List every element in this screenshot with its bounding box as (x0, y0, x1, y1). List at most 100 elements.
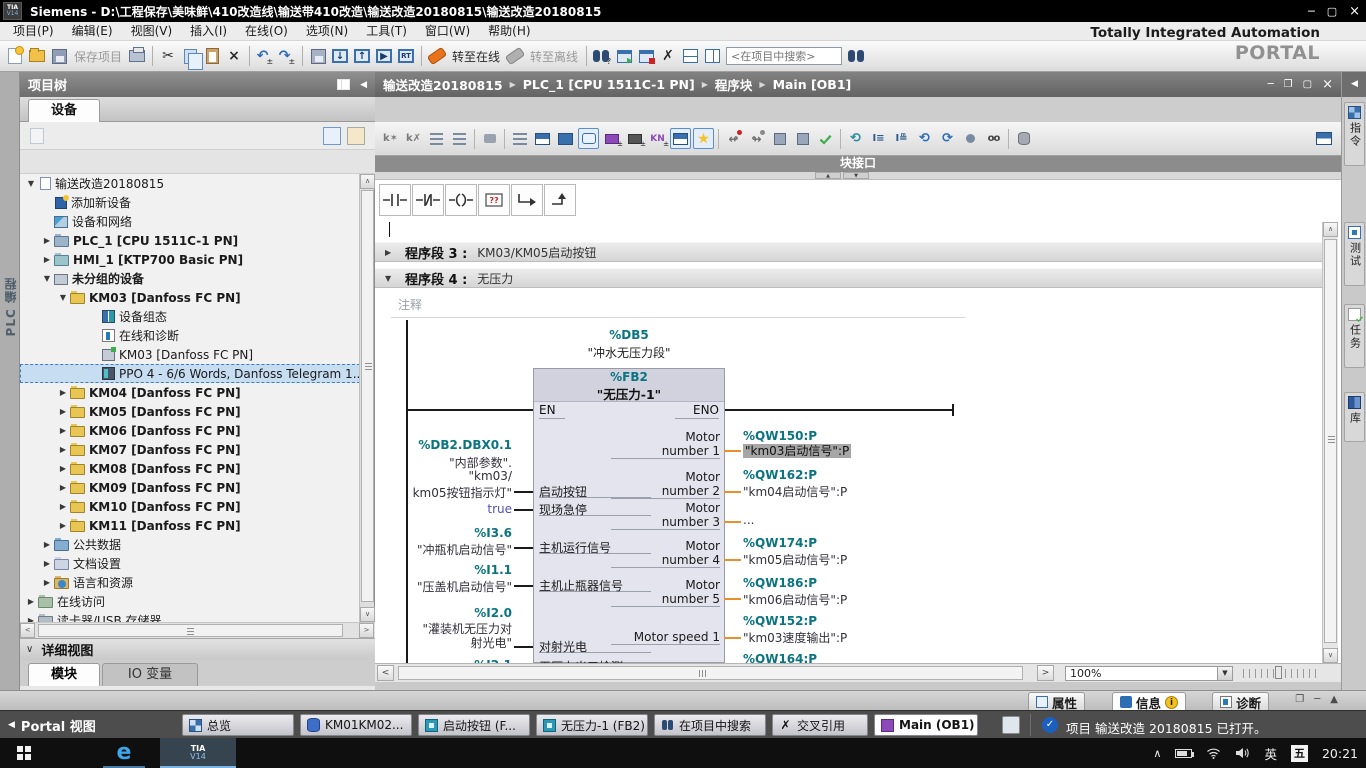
input4-address[interactable]: %I1.1 (375, 563, 512, 577)
tab-modules[interactable]: 模块 (28, 663, 100, 686)
input1-address[interactable]: %DB2.DBX0.1 (375, 438, 512, 452)
tab-io-variables[interactable]: IO 变量 (102, 663, 198, 686)
tray-overflow-icon[interactable]: ∧ (1153, 747, 1161, 760)
editor-vscroll-thumb[interactable] (1324, 239, 1337, 643)
operand-display-icon[interactable]: KN± (647, 128, 668, 149)
volume-icon[interactable] (1235, 747, 1250, 759)
collapse-panel-icon[interactable]: ◀ (360, 80, 367, 90)
io-status-icon[interactable]: I≡ (868, 128, 889, 149)
output1-address[interactable]: %QW150:P (743, 429, 817, 443)
ime-language-indicator[interactable]: 英 (1264, 744, 1277, 763)
tree-item-km04[interactable]: ▶KM04 [Danfoss FC PN] (20, 383, 360, 402)
tree-item-hmi1[interactable]: ▶HMI_1 [KTP700 Basic PN] (20, 250, 360, 269)
tree-horizontal-scrollbar[interactable]: < > (20, 622, 375, 638)
taskbar-main-ob1[interactable]: Main (OB1) (874, 714, 978, 736)
new-project-icon[interactable] (5, 46, 25, 66)
tree-scroll-thumb[interactable] (361, 190, 374, 602)
start-cpu-icon[interactable]: ▶ (374, 46, 394, 66)
network-3-collapse-icon[interactable]: ▶ (385, 248, 395, 257)
output4-operand[interactable]: "km05启动信号":P (743, 551, 847, 568)
battery-icon[interactable] (1175, 749, 1192, 758)
network-4-header[interactable]: ▼ 程序段 4 : 无压力 (375, 268, 1322, 288)
menu-edit[interactable]: 编辑(E) (63, 22, 122, 41)
editor-maximize-icon[interactable]: ▢ (1303, 79, 1312, 90)
upload-from-device-icon[interactable]: ↑ (352, 46, 372, 66)
go-online-icon[interactable] (427, 46, 447, 66)
tree-item-online-access[interactable]: ▶在线访问 (20, 592, 360, 611)
input2-constant[interactable]: true (375, 502, 512, 516)
undo-icon[interactable]: ↶± (255, 46, 275, 66)
go-online-editor-icon[interactable]: ⟲ (845, 128, 866, 149)
task-card-testing[interactable]: 测试 (1344, 222, 1365, 286)
input3-operand[interactable]: "冲瓶机启动信号" (375, 541, 512, 558)
update-interface-icon[interactable] (792, 128, 813, 149)
call-environment-icon[interactable] (960, 128, 981, 149)
column-view-icon[interactable] (323, 127, 341, 145)
tree-hscroll-thumb[interactable] (38, 624, 343, 637)
portal-view-button[interactable]: ◀ Portal 视图 (8, 711, 96, 739)
tree-scroll-up-icon[interactable]: ∧ (360, 174, 375, 189)
menu-project[interactable]: 项目(P) (4, 22, 63, 41)
splitter-down-icon[interactable]: ▼ (843, 172, 869, 179)
output6-address[interactable]: %QW152:P (743, 614, 817, 628)
go-offline-icon[interactable] (505, 46, 525, 66)
insert-coil-icon[interactable] (445, 184, 477, 216)
inspector-minimize-icon[interactable]: ─ (1314, 694, 1320, 705)
tree-item-km08[interactable]: ▶KM08 [Danfoss FC PN] (20, 459, 360, 478)
goto-previous-error-icon[interactable]: ↫ (723, 128, 744, 149)
menu-online[interactable]: 在线(O) (236, 22, 297, 41)
breadcrumb-program-blocks[interactable]: 程序块 (715, 75, 753, 94)
favorites-toggle-icon[interactable] (693, 128, 714, 149)
tia-taskbar-button[interactable]: TIA V14 (160, 738, 236, 768)
taskbar-km01km02[interactable]: KM01KM02... (300, 714, 412, 736)
editor-scroll-down-icon[interactable]: ∨ (1323, 648, 1338, 663)
consistency-check-icon[interactable] (815, 128, 836, 149)
expand-networks-icon[interactable] (555, 128, 576, 149)
print-icon[interactable] (127, 46, 147, 66)
zoom-dropdown-icon[interactable]: ▼ (1217, 667, 1232, 680)
breadcrumb-plc[interactable]: PLC_1 [CPU 1511C-1 PN] (523, 77, 695, 92)
tree-item-km09[interactable]: ▶KM09 [Danfoss FC PN] (20, 478, 360, 497)
data-block-icon[interactable] (1013, 128, 1034, 149)
tree-item-km05[interactable]: ▶KM05 [Danfoss FC PN] (20, 402, 360, 421)
network-comment-placeholder[interactable]: 注释 (398, 296, 422, 313)
save-project-label[interactable]: 保存项目 (74, 48, 122, 65)
compile-icon[interactable] (308, 46, 328, 66)
tree-item-km03-module[interactable]: KM03 [Danfoss FC PN] (20, 345, 360, 364)
breadcrumb-main-ob1[interactable]: Main [OB1] (773, 77, 852, 92)
search-in-project-icon[interactable] (846, 46, 866, 66)
edge-taskbar-button[interactable]: e (96, 738, 152, 768)
tree-item-project-root[interactable]: ▼输送改造20180815 (20, 174, 360, 193)
inspector-expand-icon[interactable]: ▲ (1330, 694, 1338, 705)
inspector-restore-icon[interactable]: ❐ (1295, 694, 1304, 705)
pin-motor-number-3[interactable]: Motornumber 3 (611, 501, 720, 530)
menu-insert[interactable]: 插入(I) (181, 22, 236, 41)
taskbar-cross-references[interactable]: ✗ 交叉引用 (772, 714, 868, 736)
pin-motor-speed-1[interactable]: Motor speed 1 (611, 630, 720, 645)
collapse-networks-icon[interactable] (532, 128, 553, 149)
output7-address[interactable]: %QW164:P (743, 652, 817, 663)
task-card-instructions[interactable]: 指令 (1344, 102, 1365, 166)
tree-item-languages-resources[interactable]: ▶语言和资源 (20, 573, 360, 592)
input5-address[interactable]: %I2.0 (375, 606, 512, 620)
tree-vertical-scrollbar[interactable]: ∧ ∨ (359, 174, 374, 622)
tree-scroll-right-icon[interactable]: > (359, 623, 374, 638)
absolute-operands-icon[interactable]: ± (601, 128, 622, 149)
stop-simulation-icon[interactable] (636, 46, 656, 66)
add-row-icon[interactable] (449, 128, 470, 149)
start-button[interactable] (0, 738, 48, 768)
tree-scroll-left-icon[interactable]: < (20, 623, 35, 638)
task-card-libraries[interactable]: 库 (1344, 392, 1365, 442)
collapse-right-panel-icon[interactable]: ◀ (1342, 72, 1366, 97)
instance-db-label[interactable]: %DB5 "冲水无压力段" (533, 328, 725, 361)
tree-item-common-data[interactable]: ▶公共数据 (20, 535, 360, 554)
insert-network-icon[interactable]: k✶ (380, 128, 401, 149)
go-online-label[interactable]: 转至在线 (452, 48, 500, 65)
output5-operand[interactable]: "km06启动信号":P (743, 591, 847, 608)
pin-eno[interactable]: ENO (675, 403, 719, 419)
menu-tools[interactable]: 工具(T) (357, 22, 416, 41)
start-runtime-icon[interactable]: RT (396, 46, 416, 66)
output6-operand[interactable]: "km03速度输出":P (743, 629, 847, 646)
output2-operand[interactable]: "km04启动信号":P (743, 483, 847, 500)
tree-scroll-down-icon[interactable]: ∨ (360, 607, 375, 622)
